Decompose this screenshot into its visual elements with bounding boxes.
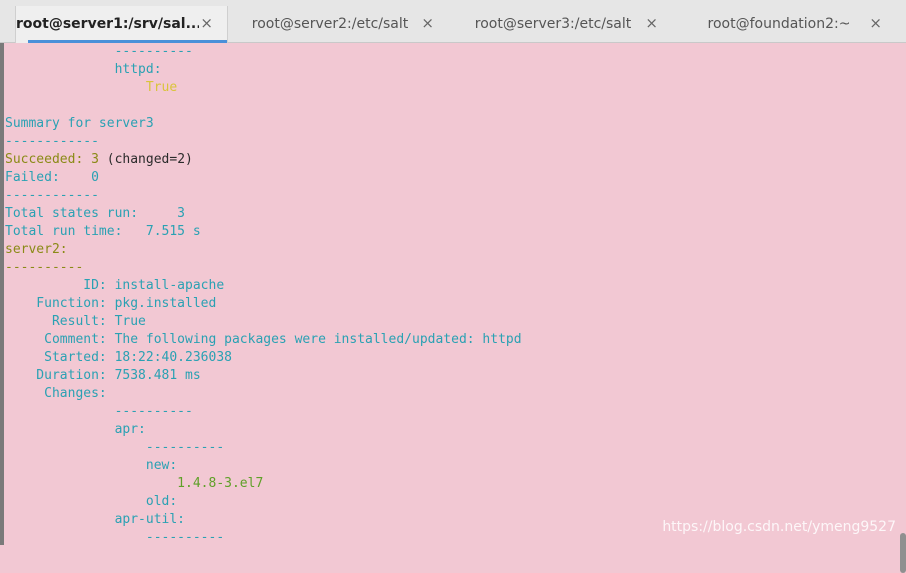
terminal-line: new: [5,458,178,473]
tab-foundation2-label: root@foundation2:~ [707,16,851,32]
terminal-line: Total states run: 3 [5,206,186,221]
tab-server3[interactable]: root@server3:/etc/salt × [462,6,672,43]
changed-text: (changed=2) [106,152,193,167]
tab-server1-label: root@server1:/srv/sal... [16,16,199,32]
terminal-line: ---------- [5,440,225,455]
terminal-line: ---------- [5,44,193,59]
tab-server1[interactable]: root@server1:/srv/sal... × [15,6,228,43]
watermark: https://blog.csdn.net/ymeng9527 [662,519,896,535]
terminal-line: ------------ [5,134,99,149]
terminal-line: ID: install-apache [5,278,225,293]
terminal-line: ------------ [5,188,99,203]
terminal-line: Duration: 7538.481 ms [5,368,201,383]
terminal-line: server2: [5,242,68,257]
terminal-line: Comment: The following packages were ins… [5,332,522,347]
scrollbar[interactable] [900,43,906,573]
close-icon[interactable]: × [421,14,434,32]
terminal-line: Summary for server3 [5,116,154,131]
terminal-line: httpd: [5,61,162,79]
terminal-line: apr: [5,422,146,437]
terminal-line: Changes: [5,386,107,401]
terminal-line: ---------- [5,404,193,419]
tab-server2[interactable]: root@server2:/etc/salt × [240,6,448,43]
close-icon[interactable]: × [200,14,213,32]
terminal-line: Total run time: 7.515 s [5,224,201,239]
tab-foundation2[interactable]: root@foundation2:~ × [690,6,896,43]
scrollbar-thumb[interactable] [900,533,906,573]
succeeded-text: Succeeded: 3 [5,152,107,167]
terminal-line: old: [5,494,178,509]
terminal-line: Started: 18:22:40.236038 [5,350,232,365]
terminal-line: ---------- [5,260,84,275]
terminal-line: Function: pkg.installed [5,296,217,311]
tab-server2-label: root@server2:/etc/salt [251,16,409,32]
tab-bar: root@server1:/srv/sal... × root@server2:… [0,0,906,43]
terminal-text: httpd: [5,62,162,77]
terminal-line: Failed: 0 [5,170,99,185]
terminal-output[interactable]: ---------- httpd: True Summary for serve… [4,43,900,545]
tab-server3-label: root@server3:/etc/salt [474,16,632,32]
terminal-line: True [5,80,178,95]
terminal-line: 1.4.8-3.el7 [5,476,264,491]
terminal-line: apr-util: [5,512,186,527]
close-icon[interactable]: × [645,14,658,32]
terminal-line: Succeeded: 3 (changed=2) [5,151,193,169]
close-icon[interactable]: × [869,14,882,32]
terminal-line: Result: True [5,314,146,329]
terminal-line: ---------- [5,530,225,545]
